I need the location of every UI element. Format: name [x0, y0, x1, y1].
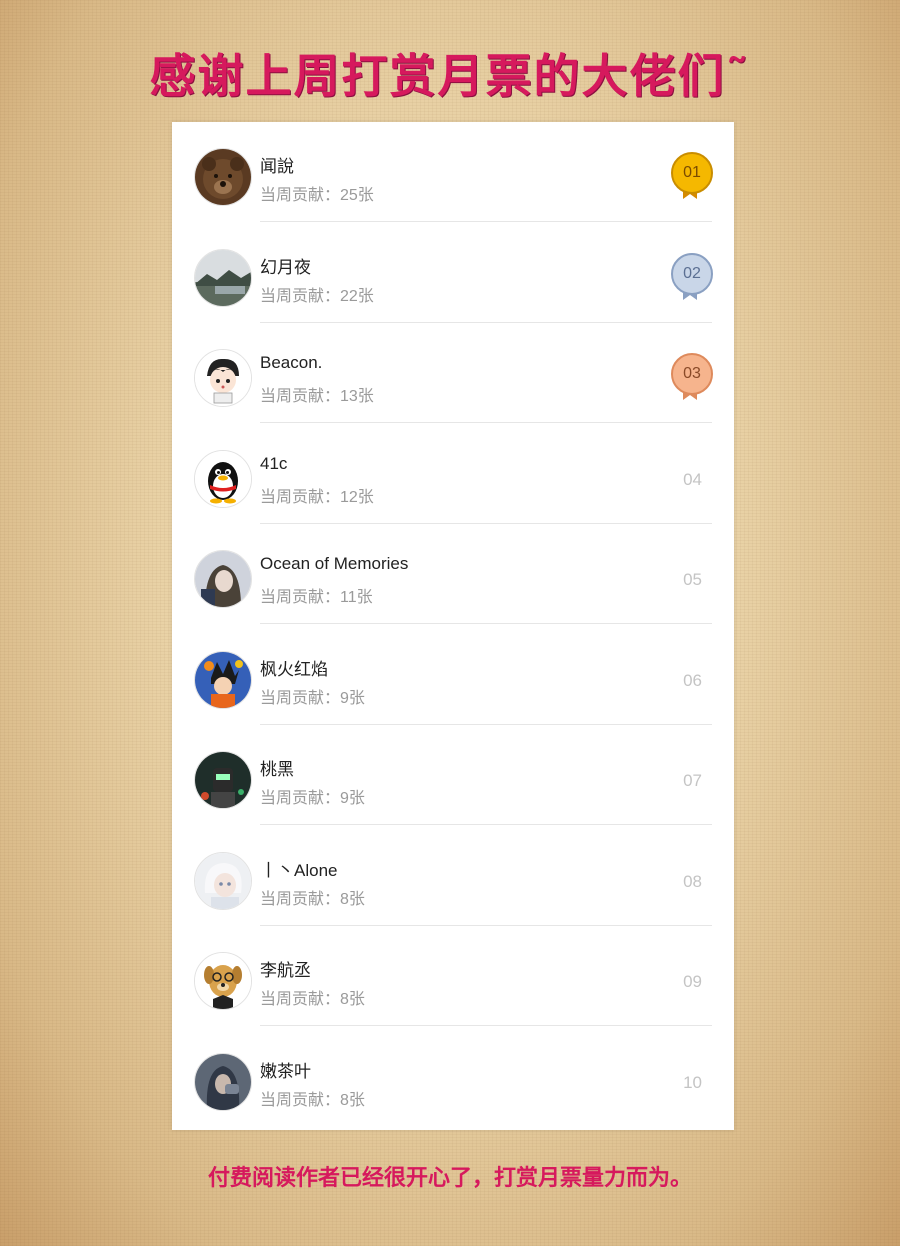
rank-number: 04 [683, 469, 702, 489]
rank-number: 09 [683, 972, 702, 991]
rank-number: 07 [683, 771, 702, 790]
contribution-count: 当周贡献：11张 [260, 589, 373, 606]
supporter-row[interactable]: Ocean of Memories 当周贡献：11张 05 [172, 524, 734, 624]
rank-number: 03 [671, 353, 713, 395]
white-hair-avatar[interactable] [194, 851, 252, 910]
contribution-count: 当周贡献：9张 [260, 790, 365, 807]
supporter-row[interactable]: 嫩茶叶当周贡献：8张 10 [172, 1027, 734, 1127]
anime-fighter-avatar[interactable] [194, 650, 252, 709]
bear-avatar[interactable] [194, 148, 252, 206]
supporter-name[interactable]: 李航丞 [260, 956, 311, 981]
supporter-name[interactable]: 闻說 [260, 152, 294, 177]
contribution-count: 当周贡献：8张 [260, 890, 365, 908]
page-title: 感谢上周打赏月票的大佬们˜ [149, 49, 751, 103]
silver-medal-icon: 02 [670, 252, 713, 301]
supporter-name[interactable]: 41c [260, 454, 287, 474]
supporter-row[interactable]: 41c 当周贡献：12张 04 [172, 424, 734, 524]
supporter-row[interactable]: Beacon. 当周贡献：13张 03 [172, 323, 734, 423]
dog-avatar[interactable] [194, 952, 252, 1010]
contribution-count: 当周贡献：9张 [260, 689, 365, 707]
rank-number: 02 [671, 252, 713, 295]
rank-number: 01 [671, 152, 713, 194]
rank-number: 06 [683, 670, 702, 690]
supporter-name[interactable]: Beacon. [260, 353, 322, 373]
rank-number: 10 [683, 1072, 702, 1092]
penguin-avatar[interactable] [194, 449, 252, 508]
supporter-name[interactable]: 嫩茶叶 [260, 1057, 311, 1082]
supporter-list: 闻說当周贡献：25张 01 幻月夜当周贡献：22张 02 Beacon. 当周贡献：13张… [172, 122, 734, 1130]
contribution-count: 当周贡献：13张 [260, 388, 374, 405]
supporter-row[interactable]: 幻月夜当周贡献：22张 02 [172, 223, 734, 323]
rank-number: 08 [683, 871, 702, 891]
cartoon-boy-avatar[interactable] [194, 349, 252, 407]
bronze-medal-icon: 03 [670, 353, 713, 401]
supporter-name[interactable]: 桃黑 [260, 755, 294, 780]
anime-girl-avatar[interactable] [194, 550, 252, 608]
contribution-count: 当周贡献：8张 [260, 1091, 365, 1109]
supporter-row[interactable]: 丨丶Alone 当周贡献：8张 08 [172, 826, 734, 926]
supporter-row[interactable]: 枫火红焰当周贡献：9张 06 [172, 625, 734, 725]
supporter-name[interactable]: 丨丶Alone [260, 856, 337, 881]
gold-medal-icon: 01 [670, 152, 713, 200]
footer-note: 付费阅读作者已经很开心了，打赏月票量力而为。 [207, 1166, 692, 1191]
supporter-row[interactable]: 桃黑当周贡献：9张 07 [172, 725, 734, 825]
rank-number: 05 [683, 570, 702, 589]
dark-figure-avatar[interactable] [194, 751, 252, 809]
supporter-name[interactable]: 幻月夜 [260, 253, 311, 278]
hooded-avatar[interactable] [194, 1052, 252, 1111]
supporter-name[interactable]: 枫火红焰 [260, 655, 328, 680]
supporter-name[interactable]: Ocean of Memories [260, 554, 408, 574]
contribution-count: 当周贡献：12张 [260, 488, 374, 506]
landscape-avatar[interactable] [194, 248, 252, 307]
supporter-row[interactable]: 李航丞当周贡献：8张 09 [172, 926, 734, 1026]
contribution-count: 当周贡献：25张 [260, 187, 374, 204]
contribution-count: 当周贡献：22张 [260, 287, 374, 305]
supporter-row[interactable]: 闻說当周贡献：25张 01 [172, 122, 734, 222]
contribution-count: 当周贡献：8张 [260, 991, 365, 1008]
